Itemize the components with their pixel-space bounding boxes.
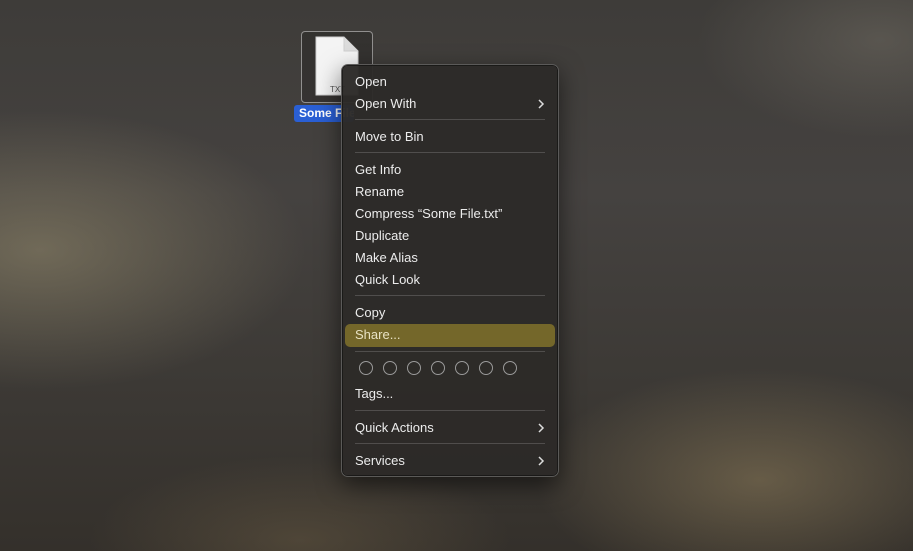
menu-item-make-alias[interactable]: Make Alias [345,247,555,269]
menu-item-services[interactable]: Services [345,450,555,472]
menu-item-label: Open With [355,96,417,111]
menu-separator [355,443,545,444]
tag-color-circle-icon[interactable] [431,361,445,375]
tag-color-circle-icon[interactable] [455,361,469,375]
chevron-right-icon [538,99,545,109]
menu-item-open[interactable]: Open [345,71,555,93]
menu-item-duplicate[interactable]: Duplicate [345,225,555,247]
menu-separator [355,410,545,411]
menu-separator [355,152,545,153]
menu-separator [355,119,545,120]
menu-item-compress[interactable]: Compress “Some File.txt” [345,203,555,225]
menu-item-move-to-bin[interactable]: Move to Bin [345,126,555,148]
tag-color-circle-icon[interactable] [383,361,397,375]
tag-color-circle-icon[interactable] [479,361,493,375]
menu-item-quick-actions[interactable]: Quick Actions [345,417,555,439]
menu-item-tags[interactable]: Tags... [345,383,555,405]
menu-item-label: Services [355,453,405,468]
menu-item-share[interactable]: Share... [345,324,555,347]
tag-color-circle-icon[interactable] [503,361,517,375]
menu-item-get-info[interactable]: Get Info [345,159,555,181]
chevron-right-icon [538,423,545,433]
tag-color-row [359,361,517,377]
menu-item-copy[interactable]: Copy [345,302,555,324]
menu-separator [355,295,545,296]
menu-separator [355,351,545,352]
menu-item-open-with[interactable]: Open With [345,93,555,115]
context-menu: Open Open With Move to Bin Get Info Rena… [341,64,559,477]
menu-item-quick-look[interactable]: Quick Look [345,269,555,291]
tag-color-circle-icon[interactable] [359,361,373,375]
chevron-right-icon [538,456,545,466]
tag-color-circle-icon[interactable] [407,361,421,375]
menu-item-rename[interactable]: Rename [345,181,555,203]
menu-item-label: Quick Actions [355,420,434,435]
